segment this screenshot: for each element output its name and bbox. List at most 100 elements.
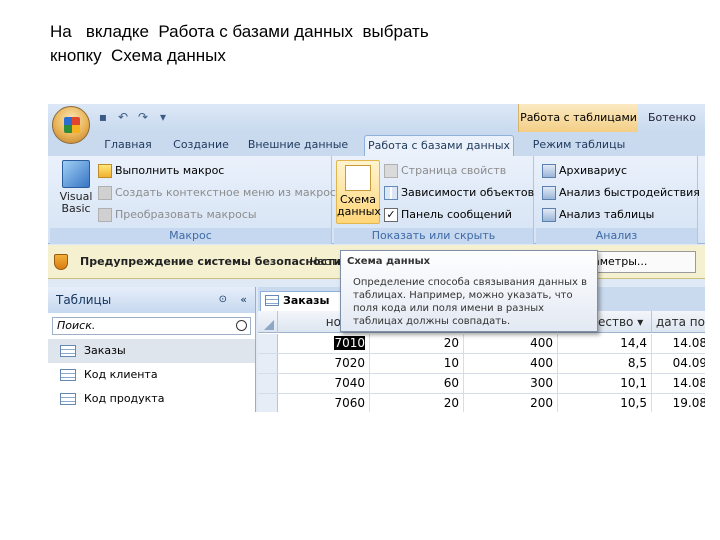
- analyze-table-button[interactable]: Анализ таблицы: [542, 206, 654, 224]
- relationships-icon: [345, 165, 371, 191]
- table-row[interactable]: 7060 20 200 10,5 19.08: [258, 394, 705, 412]
- table-cell[interactable]: 7040: [278, 374, 370, 393]
- tab-datasheet[interactable]: Режим таблицы: [524, 135, 634, 156]
- relationships-tooltip: Схема данных Определение способа связыва…: [340, 250, 598, 332]
- message-bar-checkbox[interactable]: ✓: [384, 208, 398, 222]
- shield-icon: [54, 254, 68, 270]
- visual-basic-label: Visual Basic: [59, 190, 93, 215]
- table-cell[interactable]: 04.09: [652, 354, 705, 373]
- analysis-group: Архивариус Анализ быстродействия Анализ …: [536, 156, 700, 244]
- table-row[interactable]: 7040 60 300 10,1 14.08: [258, 374, 705, 394]
- nav-item-orders[interactable]: Заказы: [48, 339, 255, 363]
- search-icon[interactable]: [236, 320, 247, 331]
- table-cell[interactable]: 60: [370, 374, 464, 393]
- property-sheet-button[interactable]: Страница свойств: [384, 162, 506, 180]
- analyze-table-icon: [542, 208, 556, 222]
- table-cell[interactable]: 20: [370, 334, 464, 353]
- table-cell[interactable]: 7060: [278, 394, 370, 412]
- analyze-performance-icon: [542, 186, 556, 200]
- table-cell[interactable]: 8,5: [558, 354, 652, 373]
- nav-item-client-code[interactable]: Код клиента: [48, 363, 255, 387]
- row-selector[interactable]: [258, 334, 278, 353]
- documenter-button[interactable]: Архивариус: [542, 162, 627, 180]
- row-selector[interactable]: [258, 394, 278, 412]
- table-cell[interactable]: 10,1: [558, 374, 652, 393]
- row-selector[interactable]: [258, 374, 278, 393]
- table-row[interactable]: 7020 10 400 8,5 04.09: [258, 354, 705, 374]
- table-cell[interactable]: 7020: [278, 354, 370, 373]
- create-shortcut-menu-label: Создать контекстное меню из макроса: [115, 186, 343, 199]
- visual-basic-icon: [62, 160, 90, 188]
- property-sheet-icon: [384, 164, 398, 178]
- table-cell[interactable]: 14.08: [652, 374, 705, 393]
- table-cell[interactable]: 19.08: [652, 394, 705, 412]
- message-bar-label: Панель сообщений: [401, 208, 512, 221]
- analysis-group-label: Анализ: [536, 228, 697, 244]
- convert-macros-icon: [98, 208, 112, 222]
- table-cell[interactable]: 20: [370, 394, 464, 412]
- security-warning-title: Предупреждение системы безопасности: [80, 255, 342, 268]
- macro-group-label: Макрос: [50, 228, 331, 244]
- table-cell[interactable]: 14.08: [652, 334, 705, 353]
- undo-icon[interactable]: ↶: [116, 110, 130, 124]
- save-icon[interactable]: ▪: [96, 110, 110, 124]
- run-macro-button[interactable]: Выполнить макрос: [98, 162, 224, 180]
- office-button[interactable]: [52, 106, 90, 144]
- select-all-corner[interactable]: [258, 311, 278, 333]
- quick-access-toolbar: ▪ ↶ ↷ ▾: [96, 110, 170, 124]
- security-options-button[interactable]: аметры...: [588, 251, 696, 273]
- nav-item-label: Заказы: [84, 344, 126, 357]
- object-dependencies-button[interactable]: Зависимости объектов: [384, 184, 534, 202]
- documenter-icon: [542, 164, 556, 178]
- tab-home[interactable]: Главная: [100, 135, 156, 156]
- column-header[interactable]: дата пос: [652, 311, 705, 333]
- property-sheet-label: Страница свойств: [401, 164, 507, 177]
- visual-basic-button[interactable]: Visual Basic: [56, 160, 96, 215]
- documenter-label: Архивариус: [559, 164, 628, 177]
- table-cell[interactable]: 7010: [278, 334, 370, 353]
- table-row[interactable]: 7010 20 400 14,4 14.08: [258, 334, 705, 354]
- object-dependencies-icon: [384, 186, 398, 200]
- table-icon: [60, 369, 76, 381]
- create-shortcut-menu-button[interactable]: Создать контекстное меню из макроса: [98, 184, 343, 202]
- table-cell[interactable]: 400: [464, 354, 558, 373]
- table-cell[interactable]: 10: [370, 354, 464, 373]
- cell-value: 7010: [334, 336, 365, 350]
- table-icon: [60, 393, 76, 405]
- shortcut-menu-icon: [98, 186, 112, 200]
- ribbon: Visual Basic Выполнить макрос Создать ко…: [48, 156, 705, 244]
- table-cell[interactable]: 200: [464, 394, 558, 412]
- table-cell[interactable]: 10,5: [558, 394, 652, 412]
- tab-create[interactable]: Создание: [168, 135, 234, 156]
- collapse-pane-icon[interactable]: «: [240, 287, 247, 313]
- row-selector[interactable]: [258, 354, 278, 373]
- navigation-pane: Таблицы ⊙ « Поиск. Заказы Код клиента Ко…: [48, 287, 256, 412]
- ribbon-tabs: Главная Создание Внешние данные Работа с…: [48, 132, 705, 156]
- redo-icon[interactable]: ↷: [136, 110, 150, 124]
- message-bar-toggle[interactable]: ✓ Панель сообщений: [384, 206, 512, 224]
- analyze-performance-button[interactable]: Анализ быстродействия: [542, 184, 700, 202]
- show-hide-group-label: Показать или скрыть: [334, 228, 533, 244]
- tab-external-data[interactable]: Внешние данные: [246, 135, 350, 156]
- document-tab-orders[interactable]: Заказы: [260, 291, 352, 311]
- nav-item-label: Код продукта: [84, 392, 165, 405]
- object-dependencies-label: Зависимости объектов: [401, 186, 535, 199]
- show-hide-group: Схема данных Страница свойств Зависимост…: [334, 156, 534, 244]
- tab-database-tools[interactable]: Работа с базами данных: [364, 135, 514, 156]
- nav-item-product-code[interactable]: Код продукта: [48, 387, 255, 411]
- tooltip-title: Схема данных: [347, 256, 431, 267]
- nav-search-input[interactable]: Поиск.: [52, 317, 251, 335]
- table-cell[interactable]: 300: [464, 374, 558, 393]
- context-tab-title: Работа с таблицами: [518, 104, 638, 132]
- table-cell[interactable]: 14,4: [558, 334, 652, 353]
- relationships-button[interactable]: Схема данных: [336, 160, 381, 224]
- chevron-down-icon[interactable]: ⊙: [219, 287, 227, 313]
- instruction-caption: На вкладке Работа с базами данных выбрат…: [50, 22, 429, 65]
- table-cell[interactable]: 400: [464, 334, 558, 353]
- nav-pane-header[interactable]: Таблицы ⊙ «: [48, 287, 255, 313]
- convert-macros-button[interactable]: Преобразовать макросы: [98, 206, 257, 224]
- security-warning-text: Часть: [310, 255, 344, 268]
- table-icon: [60, 345, 76, 357]
- customize-qat-icon[interactable]: ▾: [156, 110, 170, 124]
- analyze-performance-label: Анализ быстродействия: [559, 186, 700, 199]
